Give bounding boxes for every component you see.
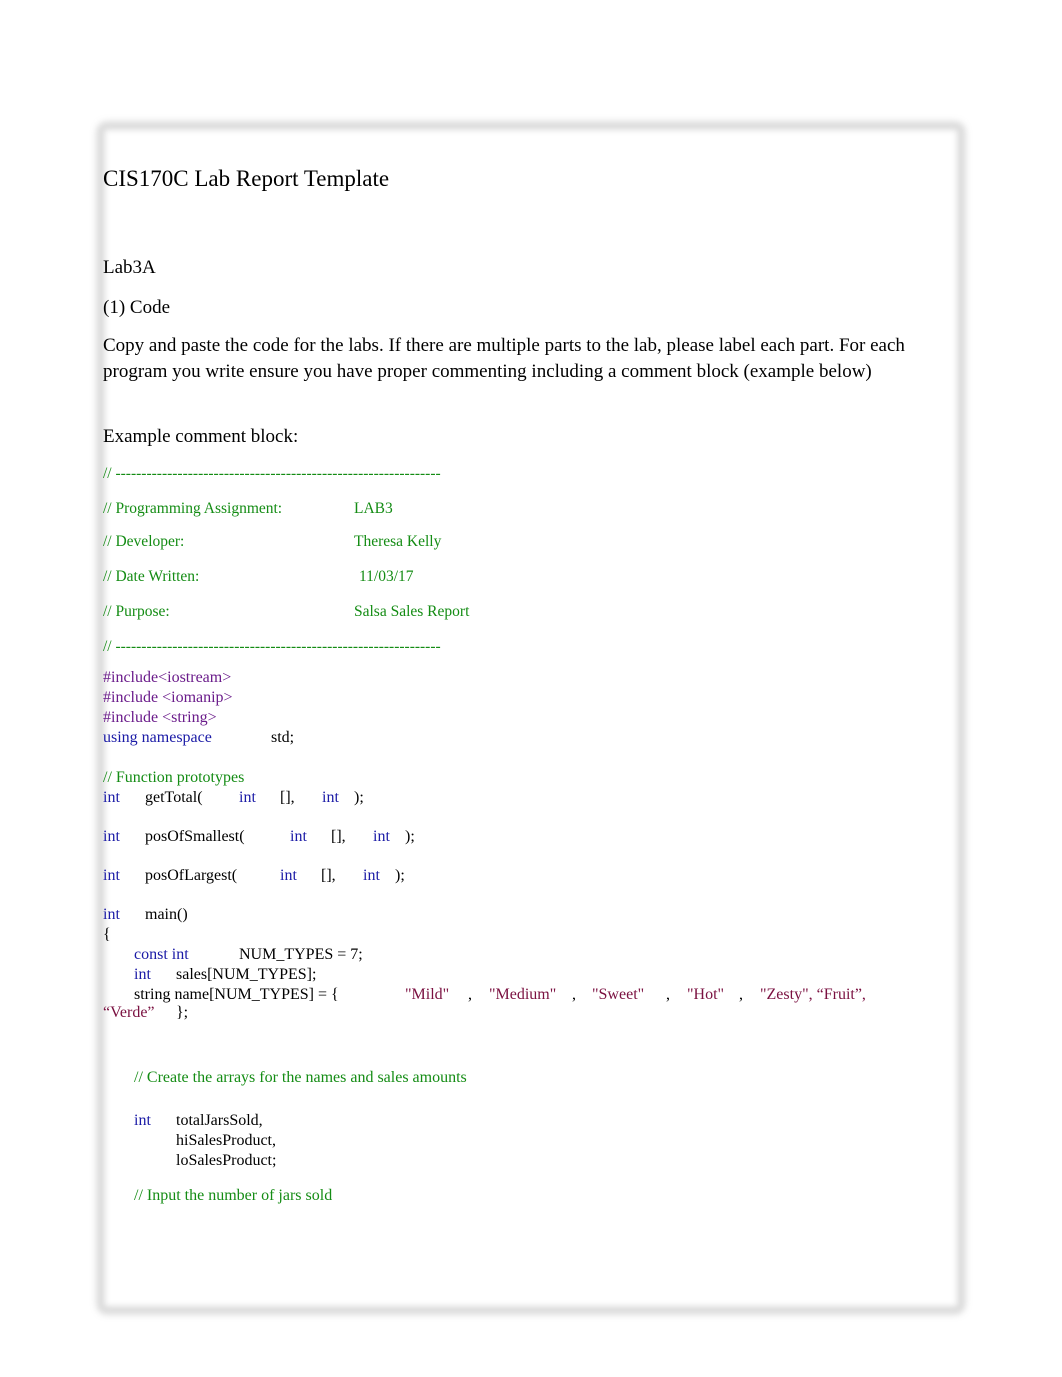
array-brackets: [], [331, 828, 346, 845]
keyword-int: int [134, 1112, 151, 1129]
sales-decl: sales[NUM_TYPES]; [176, 966, 317, 983]
function-name: getTotal( [145, 789, 203, 806]
num-types-decl: NUM_TYPES = 7; [239, 946, 363, 963]
comma: , [572, 986, 576, 1003]
example-label: Example comment block: [103, 426, 299, 447]
keyword-int: int [290, 828, 307, 845]
comment-divider-bottom: // -------------------------------------… [103, 638, 441, 655]
string-literal: "Zesty", “Fruit”, [760, 986, 866, 1003]
using-namespace: std; [271, 729, 295, 746]
include-line: #include<iostream> [103, 669, 232, 686]
name-decl: string name[NUM_TYPES] = { [134, 986, 339, 1003]
function-name: posOfSmallest( [145, 828, 245, 845]
comment-value: LAB3 [354, 500, 393, 517]
function-name: posOfLargest( [145, 867, 238, 884]
code-comment: // Input the number of jars sold [134, 1187, 333, 1204]
statement-end: ); [395, 867, 405, 884]
name-close: }; [176, 1004, 189, 1021]
string-literal: "Sweet" [592, 986, 645, 1003]
array-brackets: [], [321, 867, 336, 884]
code-comment: // Function prototypes [103, 769, 245, 786]
comment-label: // Purpose: [103, 603, 170, 620]
keyword-int: int [134, 966, 151, 983]
comment-label: // Date Written: [103, 568, 200, 585]
comma: , [739, 986, 743, 1003]
document-title: CIS170C Lab Report Template [103, 166, 390, 191]
string-literal: "Hot" [687, 986, 725, 1003]
var-decl: loSalesProduct; [176, 1152, 277, 1169]
include-line: #include <string> [103, 709, 217, 726]
open-brace: { [103, 926, 111, 943]
keyword-int: int [103, 906, 120, 923]
instructions-paragraph: Copy and paste the code for the labs. If… [103, 335, 905, 382]
section-heading: (1) Code [103, 297, 171, 318]
lab-name: Lab3A [103, 257, 156, 278]
comment-label: // Programming Assignment: [103, 500, 283, 517]
comment-value: 11/03/17 [359, 568, 414, 585]
keyword-int: int [103, 828, 120, 845]
comment-label: // Developer: [103, 533, 185, 550]
array-brackets: [], [280, 789, 295, 806]
string-literal: "Medium" [489, 986, 557, 1003]
statement-end: ); [354, 789, 364, 806]
keyword-int: int [103, 789, 120, 806]
code-comment: // Create the arrays for the names and s… [134, 1069, 467, 1086]
include-line: #include <iomanip> [103, 689, 233, 706]
keyword-int: int [373, 828, 390, 845]
comma: , [666, 986, 670, 1003]
comment-value: Theresa Kelly [354, 533, 442, 550]
keyword-int: int [239, 789, 256, 806]
statement-end: ); [405, 828, 415, 845]
comment-divider-top: // -------------------------------------… [103, 465, 441, 482]
using-keyword: using namespace [103, 729, 212, 746]
keyword-const-int: const int [134, 946, 189, 963]
var-decl: totalJarsSold, [176, 1112, 263, 1129]
keyword-int: int [280, 867, 297, 884]
keyword-int: int [322, 789, 339, 806]
comment-value: Salsa Sales Report [354, 603, 470, 620]
keyword-int: int [103, 867, 120, 884]
string-literal: “Verde” [103, 1004, 155, 1021]
keyword-int: int [363, 867, 380, 884]
main-signature: main() [145, 906, 188, 923]
string-literal: "Mild" [405, 986, 450, 1003]
var-decl: hiSalesProduct, [176, 1132, 276, 1149]
comma: , [468, 986, 472, 1003]
